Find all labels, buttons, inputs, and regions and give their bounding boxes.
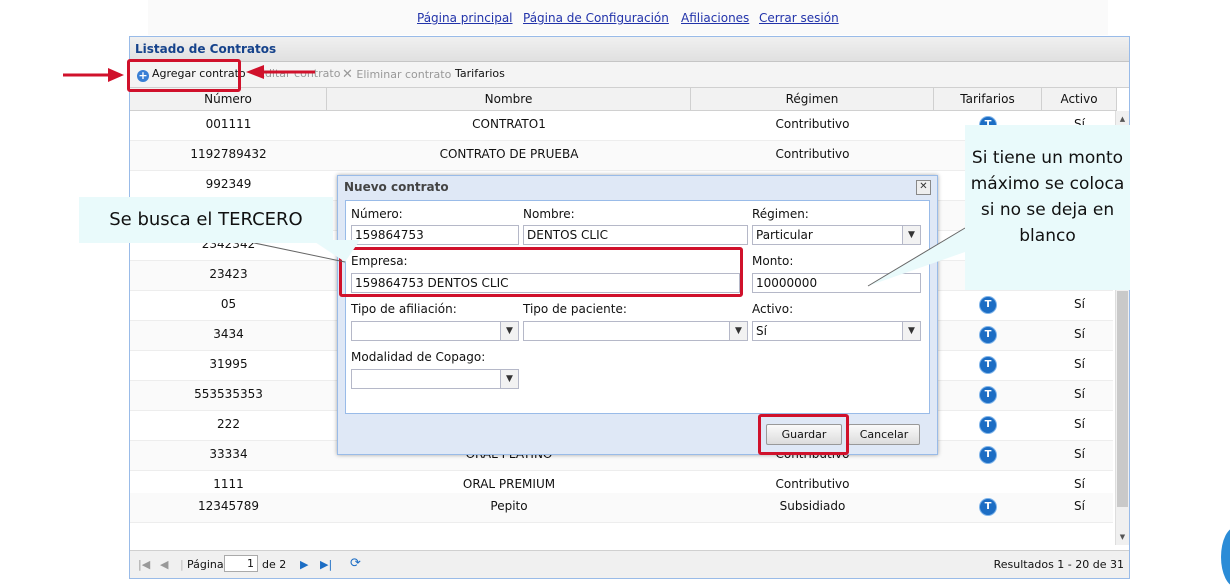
arrows-overlay xyxy=(63,65,966,287)
callout-pointer-left xyxy=(312,240,360,262)
callout-tercero: Se busca el TERCERO xyxy=(79,197,333,243)
arrow-left-icon xyxy=(246,65,315,79)
callout-monto: Si tiene un monto máximo se coloca si no… xyxy=(965,125,1130,290)
arrow-right-icon xyxy=(63,68,124,82)
